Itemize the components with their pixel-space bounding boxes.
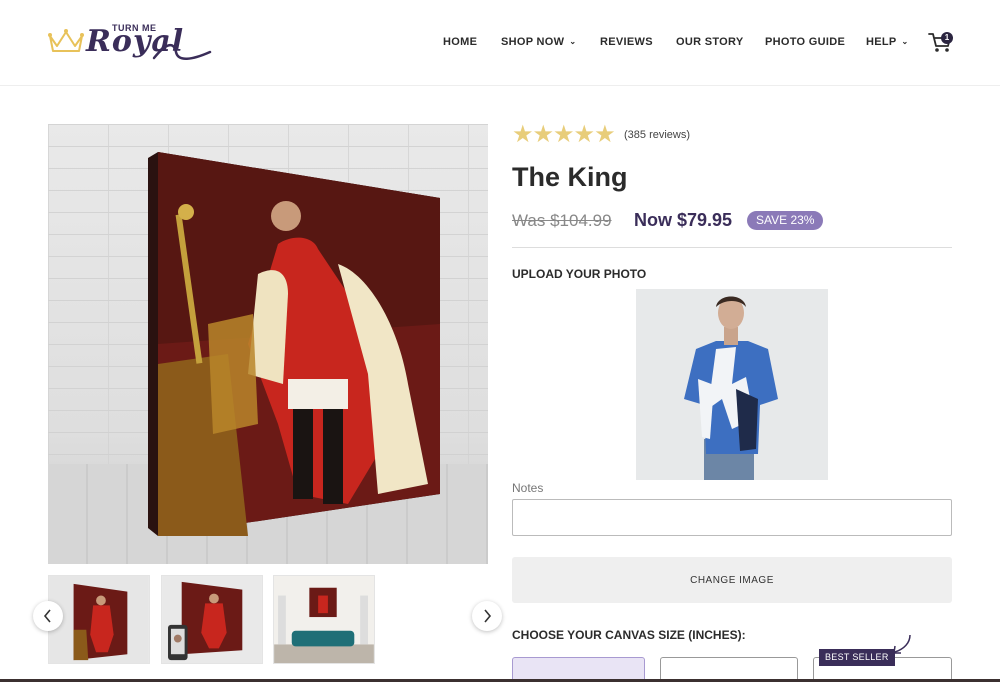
site-header: TURN ME Royal HOME SHOP NOW ⌄ REVIEWS OUR… — [0, 0, 1000, 86]
thumbnail-1[interactable] — [48, 575, 150, 664]
curved-arrow-icon — [893, 634, 911, 654]
upload-photo-label: UPLOAD YOUR PHOTO — [512, 267, 647, 281]
chevron-left-icon — [43, 609, 51, 623]
king-portrait-room-thumbnail-icon — [274, 576, 374, 663]
chevron-right-icon — [484, 609, 492, 623]
thumbnail-2[interactable] — [161, 575, 263, 664]
crown-icon — [48, 29, 84, 52]
king-portrait-phone-thumbnail-icon — [162, 576, 262, 663]
product-main-image[interactable] — [48, 124, 488, 564]
gallery-prev-button[interactable] — [33, 601, 63, 631]
chevron-down-icon: ⌄ — [901, 37, 909, 46]
product-title: The King — [512, 162, 628, 192]
notes-label: Notes — [512, 481, 544, 495]
rating-stars: ★★★★★ — [512, 121, 616, 148]
nav-home[interactable]: HOME — [443, 36, 477, 48]
save-badge: SAVE 23% — [747, 211, 824, 230]
divider — [512, 247, 952, 248]
uploaded-photo-preview[interactable] — [636, 289, 828, 480]
thumbnail-3[interactable] — [273, 575, 375, 664]
was-price: Was $104.99 — [512, 211, 612, 230]
nav-shop-now[interactable]: SHOP NOW ⌄ — [501, 36, 576, 48]
notes-textarea[interactable] — [512, 499, 952, 536]
change-image-button[interactable]: CHANGE IMAGE — [512, 557, 952, 603]
cart-count-badge: 1 — [941, 32, 953, 44]
canvas-size-label: CHOOSE YOUR CANVAS SIZE (INCHES): — [512, 628, 746, 642]
best-seller-badge: BEST SELLER — [819, 649, 895, 666]
chevron-down-icon: ⌄ — [569, 37, 577, 46]
brand-logo[interactable]: TURN ME Royal — [48, 18, 213, 68]
logo-swoosh — [152, 44, 212, 60]
now-price: Now $79.95 — [634, 210, 733, 230]
king-portrait-canvas — [148, 152, 440, 536]
review-count-link[interactable]: (385 reviews) — [624, 129, 690, 141]
nav-help[interactable]: HELP ⌄ — [866, 36, 909, 48]
person-photo — [636, 289, 828, 480]
nav-reviews[interactable]: REVIEWS — [600, 36, 653, 48]
king-portrait-thumbnail-icon — [49, 576, 149, 663]
gallery-next-button[interactable] — [472, 601, 502, 631]
nav-photo-guide[interactable]: PHOTO GUIDE — [765, 36, 845, 48]
nav-our-story[interactable]: OUR STORY — [676, 36, 744, 48]
